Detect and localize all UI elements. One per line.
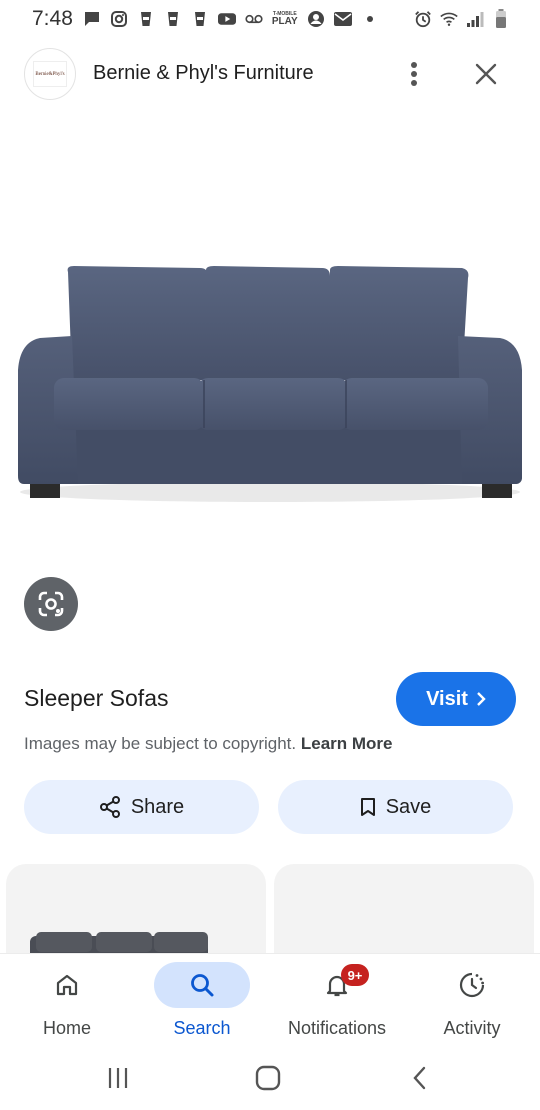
more-options-button[interactable] [400, 58, 428, 90]
copyright-notice: Images may be subject to copyright. Lear… [24, 734, 393, 754]
chevron-right-icon [477, 692, 486, 706]
related-result-card[interactable] [6, 864, 266, 964]
learn-more-link[interactable]: Learn More [301, 734, 393, 753]
signal-icon [466, 10, 484, 28]
visit-button[interactable]: Visit [396, 672, 516, 726]
related-sofa-thumbnail [30, 932, 208, 964]
product-image[interactable] [0, 230, 540, 520]
battery-icon [492, 9, 510, 28]
bottom-navigation: Home Search 9+ Notifications Activity [0, 953, 540, 1049]
status-left-icons: T-MOBILE PLAY [83, 10, 379, 28]
site-name: Bernie & Phyl's Furniture [93, 62, 314, 84]
related-result-card[interactable] [274, 864, 534, 964]
close-icon [475, 63, 497, 85]
home-system-button[interactable] [248, 1063, 288, 1093]
instagram-icon [110, 10, 128, 28]
share-button[interactable]: Share [24, 780, 259, 834]
youtube-icon [217, 10, 236, 28]
result-title: Sleeper Sofas [24, 685, 169, 711]
chat-bubble-icon [83, 10, 101, 28]
google-lens-icon [38, 591, 64, 617]
status-right-icons [414, 9, 510, 28]
lens-button[interactable] [24, 577, 78, 631]
home-square-icon [255, 1065, 281, 1091]
nav-notifications-label: Notifications [287, 1018, 387, 1038]
more-vert-icon [411, 62, 417, 86]
voicemail-icon [245, 10, 263, 28]
notification-badge: 9+ [341, 964, 369, 986]
nav-home-label: Home [42, 1018, 91, 1038]
status-time: 7:48 [32, 7, 73, 30]
site-logo[interactable]: Bernie&Phyl's [24, 48, 76, 100]
wifi-icon [440, 10, 458, 28]
header: Bernie&Phyl's Bernie & Phyl's Furniture [0, 48, 540, 102]
nav-notifications[interactable]: 9+ Notifications [272, 954, 402, 1050]
account-circle-icon [307, 10, 325, 28]
close-button[interactable] [470, 58, 502, 90]
save-label: Save [385, 795, 432, 818]
dot-icon [361, 10, 379, 28]
recent-apps-icon [108, 1068, 128, 1088]
recent-apps-button[interactable] [98, 1063, 138, 1093]
nav-search-label: Search [173, 1018, 231, 1038]
share-label: Share [130, 795, 185, 818]
nav-search[interactable]: Search [137, 954, 267, 1050]
activity-icon [459, 972, 485, 998]
visit-label: Visit [426, 687, 468, 710]
status-bar: 7:48 T-MOBILE PLAY [0, 0, 540, 38]
nav-activity-label: Activity [443, 1018, 501, 1038]
mail-icon [333, 10, 352, 28]
search-icon [191, 974, 214, 997]
back-button[interactable] [400, 1063, 440, 1093]
home-icon [56, 974, 78, 996]
nav-activity[interactable]: Activity [407, 954, 537, 1050]
copyright-text: Images may be subject to copyright. [24, 734, 297, 753]
save-button[interactable]: Save [278, 780, 513, 834]
alarm-icon [414, 10, 432, 28]
nav-home[interactable]: Home [2, 954, 132, 1050]
tmobile-play-icon: T-MOBILE PLAY [271, 10, 298, 27]
cup-icon [137, 10, 155, 28]
cup-icon [191, 10, 209, 28]
sofa-image [18, 266, 522, 502]
logo-text: Bernie&Phyl's [33, 61, 67, 87]
bookmark-icon [360, 798, 375, 816]
system-navigation-bar [0, 1049, 540, 1110]
share-icon [99, 796, 120, 818]
cup-icon [164, 10, 182, 28]
back-chevron-icon [413, 1066, 426, 1090]
